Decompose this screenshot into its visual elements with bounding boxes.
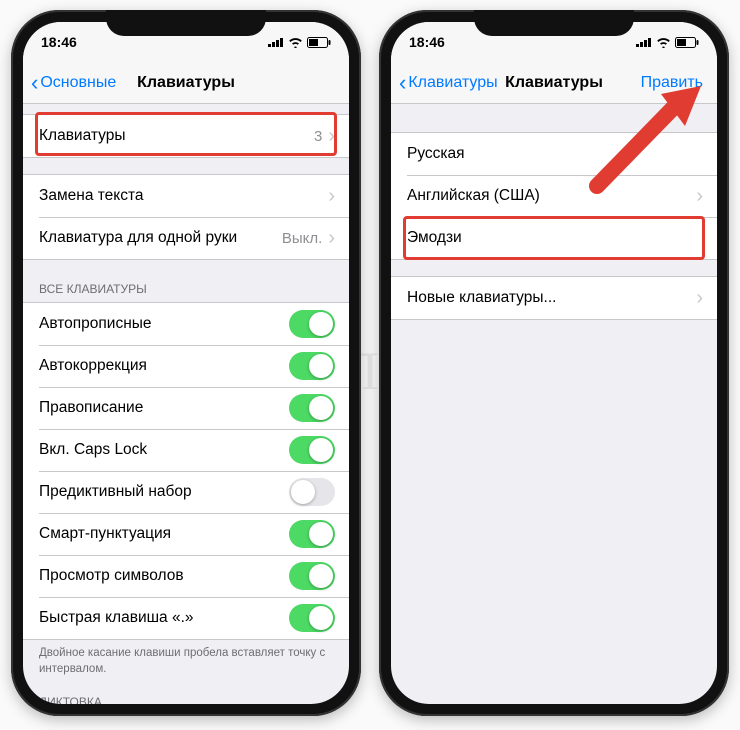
phone-frame-right: 18:46 ‹ Клавиатуры Клавиатуры Править: [379, 10, 729, 716]
content-left: Клавиатуры 3 › Замена текста › Клавиа: [23, 104, 349, 704]
battery-icon: [307, 37, 331, 48]
back-button[interactable]: ‹ Клавиатуры: [399, 72, 498, 94]
battery-icon: [675, 37, 699, 48]
smart-punct-row: Смарт-пунктуация: [23, 513, 349, 555]
cell-label: Клавиатуры: [39, 127, 314, 145]
char-preview-toggle[interactable]: [289, 562, 335, 590]
cell-label: Эмодзи: [407, 229, 703, 247]
cell-label: Автопрописные: [39, 315, 289, 333]
predictive-row: Предиктивный набор: [23, 471, 349, 513]
status-time: 18:46: [41, 34, 77, 50]
wifi-icon: [656, 37, 671, 48]
spelling-row: Правописание: [23, 387, 349, 429]
notch: [106, 10, 266, 36]
smart-punct-toggle[interactable]: [289, 520, 335, 548]
nav-bar-left: ‹ Основные Клавиатуры: [23, 62, 349, 104]
char-preview-row: Просмотр символов: [23, 555, 349, 597]
chevron-right-icon: ›: [328, 186, 335, 206]
caps-lock-row: Вкл. Caps Lock: [23, 429, 349, 471]
wifi-icon: [288, 37, 303, 48]
screen-right: 18:46 ‹ Клавиатуры Клавиатуры Править: [391, 22, 717, 704]
cell-value: Выкл.: [282, 230, 322, 247]
screen-left: 18:46 ‹ Основные Клавиатуры: [23, 22, 349, 704]
chevron-left-icon: ‹: [399, 72, 406, 94]
cell-label: Просмотр символов: [39, 567, 289, 585]
arrow-icon: [577, 76, 707, 196]
section-header-dictation: ДИКТОВКА: [23, 689, 349, 704]
cell-label: Новые клавиатуры...: [407, 289, 696, 307]
cell-label: Быстрая клавиша «.»: [39, 609, 289, 627]
cell-label: Автокоррекция: [39, 357, 289, 375]
back-button[interactable]: ‹ Основные: [31, 72, 116, 94]
keyboard-item-emoji[interactable]: Эмодзи: [391, 217, 717, 259]
cell-label: Предиктивный набор: [39, 483, 289, 501]
notch: [474, 10, 634, 36]
period-shortcut-row: Быстрая клавиша «.»: [23, 597, 349, 639]
cell-label: Смарт-пунктуация: [39, 525, 289, 543]
chevron-right-icon: ›: [696, 288, 703, 308]
status-time: 18:46: [409, 34, 445, 50]
section-header-all-keyboards: ВСЕ КЛАВИАТУРЫ: [23, 276, 349, 302]
cell-label: Замена текста: [39, 187, 328, 205]
cell-label: Вкл. Caps Lock: [39, 441, 289, 459]
signal-icon: [268, 37, 284, 47]
one-handed-keyboard-row[interactable]: Клавиатура для одной руки Выкл. ›: [23, 217, 349, 259]
period-shortcut-toggle[interactable]: [289, 604, 335, 632]
back-label: Основные: [40, 74, 116, 92]
auto-caps-row: Автопрописные: [23, 303, 349, 345]
predictive-toggle[interactable]: [289, 478, 335, 506]
spelling-toggle[interactable]: [289, 394, 335, 422]
back-label: Клавиатуры: [408, 74, 497, 92]
add-new-keyboard-row[interactable]: Новые клавиатуры... ›: [391, 277, 717, 319]
cell-label: Правописание: [39, 399, 289, 417]
chevron-left-icon: ‹: [31, 72, 38, 94]
footer-double-tap: Двойное касание клавиши пробела вставляе…: [23, 640, 349, 681]
keyboards-count-row[interactable]: Клавиатуры 3 ›: [23, 115, 349, 157]
signal-icon: [636, 37, 652, 47]
cell-value: 3: [314, 128, 322, 145]
auto-correct-row: Автокоррекция: [23, 345, 349, 387]
auto-caps-toggle[interactable]: [289, 310, 335, 338]
text-replacement-row[interactable]: Замена текста ›: [23, 175, 349, 217]
auto-correct-toggle[interactable]: [289, 352, 335, 380]
caps-lock-toggle[interactable]: [289, 436, 335, 464]
chevron-right-icon: ›: [328, 126, 335, 146]
chevron-right-icon: ›: [328, 228, 335, 248]
phone-frame-left: 18:46 ‹ Основные Клавиатуры: [11, 10, 361, 716]
cell-label: Клавиатура для одной руки: [39, 229, 282, 247]
